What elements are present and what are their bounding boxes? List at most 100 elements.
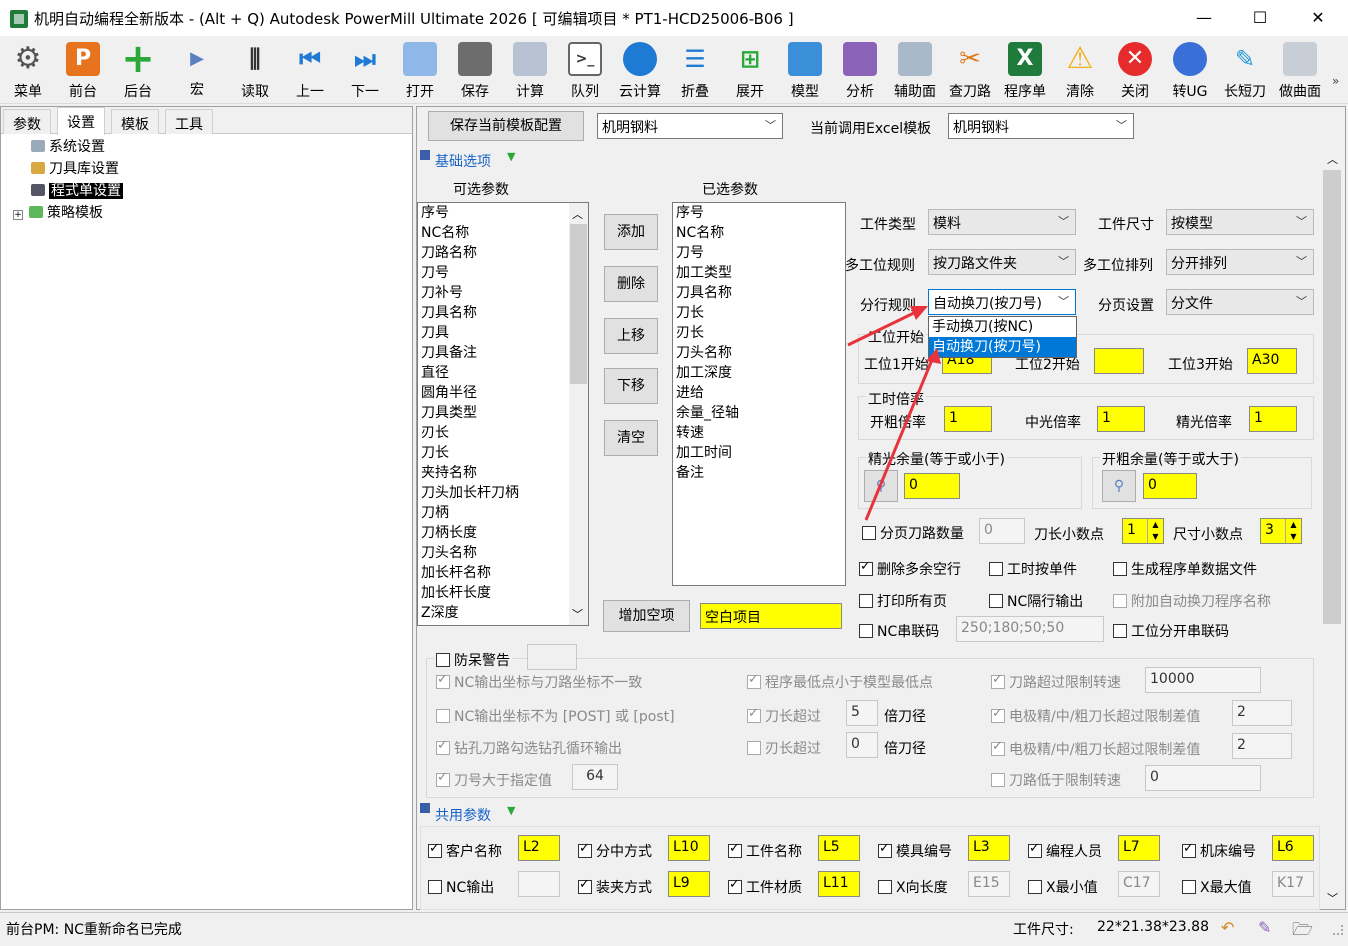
station3-input[interactable]: A30 [1247,348,1297,374]
shared-param-cell[interactable]: L6 [1272,835,1314,861]
shared-param-cell[interactable]: L3 [968,835,1010,861]
line-rule-dropdown[interactable]: 手动换刀(按NC) 自动换刀(按刀号) [928,316,1077,358]
list-item[interactable]: 序号 [673,203,845,223]
tab-settings[interactable]: 设置 [57,107,105,135]
delete-blank-checkbox[interactable]: 删除多余空行 [859,559,961,579]
list-item[interactable]: 加工时间 [673,443,845,463]
basic-section-title[interactable]: 基础选项 [435,151,491,171]
page-setting-select[interactable]: 分文件 ﹀ [1166,289,1314,315]
list-item[interactable]: 刀具备注 [418,343,588,363]
close-button[interactable]: ✕ [1290,0,1346,36]
shared-param-checkbox[interactable]: X最大值 [1182,877,1252,897]
toolbar-program-sheet[interactable]: X 程序单 [998,40,1052,102]
workpiece-type-select[interactable]: 模料 ﹀ [928,209,1076,235]
nc-serial-input[interactable]: 250;180;50;50 [956,616,1104,642]
warn-tool-length[interactable]: 刀长超过 [747,706,821,726]
toolbar-collapse[interactable]: ☰ 折叠 [668,40,722,102]
shared-param-cell[interactable]: L9 [668,871,710,897]
maximize-button[interactable]: ☐ [1232,0,1288,36]
toolbar-check-path[interactable]: ✂ 查刀路 [943,40,997,102]
list-item[interactable]: 刀头名称 [418,543,588,563]
list-item[interactable]: 加工深度 [673,363,845,383]
folder-open-icon[interactable]: 🗁 [1292,917,1313,946]
attach-auto-checkbox[interactable]: 附加自动换刀程序名称 [1113,591,1271,611]
warn-speed-over[interactable]: 刀路超过限制转速 [991,672,1121,692]
excel-template-select[interactable]: 机明钢料 ﹀ [948,113,1134,139]
station-serial-checkbox[interactable]: 工位分开串联码 [1113,621,1229,641]
toolbar-tool-length[interactable]: ✎ 长短刀 [1218,40,1272,102]
add-blank-button[interactable]: 增加空项 [603,600,690,632]
template-select[interactable]: 机明钢料 ﹀ [597,113,783,139]
nc-alternate-checkbox[interactable]: NC隔行输出 [989,591,1083,611]
station2-input[interactable] [1094,348,1144,374]
toolbar-prev[interactable]: ⏮ 上一 [283,40,337,102]
list-item[interactable]: 转速 [673,423,845,443]
list-item[interactable]: 加长杆名称 [418,563,588,583]
section-expand-icon[interactable]: ▼ [507,150,515,163]
list-item[interactable]: 进给 [673,383,845,403]
tool-number-input[interactable]: 64 [572,764,618,790]
electrode-diff-1-input[interactable]: 2 [1232,700,1292,726]
warn-flute-length[interactable]: 刃长超过 [747,738,821,758]
toolbar-read[interactable]: ⫼ 读取 [228,40,282,102]
shared-param-cell[interactable]: L11 [818,871,860,897]
shared-param-cell[interactable] [518,871,560,897]
list-item[interactable]: 刀具类型 [418,403,588,423]
list-item[interactable]: 刃长 [418,423,588,443]
page-count-checkbox[interactable]: 分页刀路数量 [862,523,964,543]
list-scroll-thumb[interactable] [570,224,587,384]
scroll-down-icon[interactable]: ﹀ [1327,890,1338,906]
list-item[interactable]: 刀号 [418,263,588,283]
shared-param-checkbox[interactable]: 工件材质 [728,877,802,897]
size-decimal-spinner[interactable]: ▲ ▼ [1285,519,1301,543]
list-item[interactable]: 刀长 [418,443,588,463]
add-button[interactable]: 添加 [604,214,658,250]
shared-param-cell[interactable]: K17 [1272,871,1314,897]
speed-under-input[interactable]: 0 [1145,765,1261,791]
dropdown-option-manual[interactable]: 手动换刀(按NC) [929,317,1076,337]
shared-param-checkbox[interactable]: 机床编号 [1182,841,1256,861]
warn-tool-number[interactable]: 刀号大于指定值 [436,770,552,790]
list-item[interactable]: 加长杆长度 [418,583,588,603]
print-all-checkbox[interactable]: 打印所有页 [859,591,947,611]
list-item[interactable]: 余量_径轴 [673,403,845,423]
list-item[interactable]: NC名称 [418,223,588,243]
shared-param-cell[interactable]: C17 [1118,871,1160,897]
electrode-diff-2-input[interactable]: 2 [1232,733,1292,759]
move-up-button[interactable]: 上移 [604,318,658,354]
toolbar-cloud[interactable]: 云计算 [613,40,667,102]
toolbar-expand[interactable]: ⊞ 展开 [723,40,777,102]
speed-over-input[interactable]: 10000 [1145,667,1261,693]
finish-rate-input[interactable]: 1 [1249,406,1297,432]
rough-allow-input[interactable]: 0 [1143,473,1197,499]
list-item[interactable]: 备注 [673,463,845,483]
shared-param-checkbox[interactable]: X最小值 [1028,877,1098,897]
rough-tool-icon[interactable]: ⚲ [1102,470,1136,502]
line-rule-select[interactable]: 自动换刀(按刀号) ﹀ [928,289,1076,315]
toolbar-to-ug[interactable]: 转UG [1163,40,1217,102]
list-item[interactable]: NC名称 [673,223,845,243]
list-item[interactable]: 直径 [418,363,588,383]
page-count-input[interactable]: 0 [979,518,1025,544]
shared-section-title[interactable]: 共用参数 [435,805,491,825]
toolbar-aux-surface[interactable]: 辅助面 [888,40,942,102]
toolbar-back[interactable]: + 后台 [111,39,165,102]
shared-param-checkbox[interactable]: 工件名称 [728,841,802,861]
toolbar-overflow-icon[interactable]: » [1332,74,1339,88]
warn-electrode-diff-2[interactable]: 电极精/中/粗刀长超过限制差值 [991,739,1200,759]
toolbar-model[interactable]: 模型 [778,40,832,102]
toolbar-calc[interactable]: 计算 [503,40,557,102]
nc-serial-checkbox[interactable]: NC串联码 [859,621,939,641]
shared-param-cell[interactable]: L10 [668,835,710,861]
tool-decimal-spinner[interactable]: ▲ ▼ [1147,519,1163,543]
resize-grip-icon[interactable] [1333,925,1343,935]
list-item[interactable]: 夹持名称 [418,463,588,483]
warn-lowest-point[interactable]: 程序最低点小于模型最低点 [747,672,933,692]
toolbar-queue[interactable]: >_ 队列 [558,40,612,102]
list-item[interactable]: Z深度 [418,603,588,623]
flute-length-input[interactable]: 0 [846,732,878,758]
tree-item-toollib[interactable]: 刀具库设置 [31,159,119,179]
blank-item-input[interactable]: 空白项目 [700,603,842,629]
toolbar-save[interactable]: 保存 [448,40,502,102]
list-item[interactable]: 刀号 [673,243,845,263]
